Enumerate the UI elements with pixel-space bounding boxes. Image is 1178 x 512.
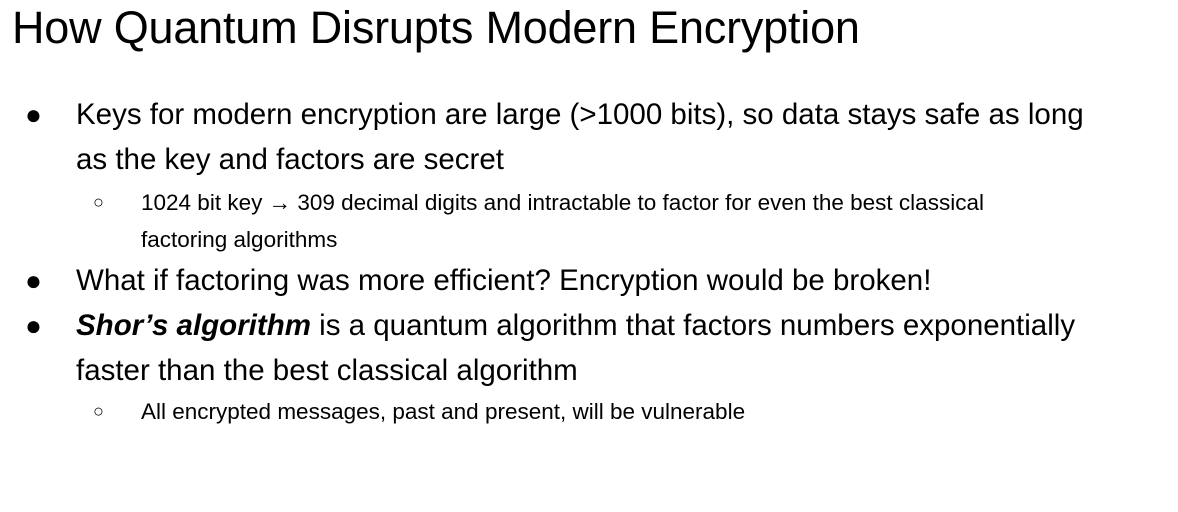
- bullet-dot-icon: ●: [25, 99, 42, 130]
- sub-bullet-item: ○ All encrypted messages, past and prese…: [0, 393, 1178, 430]
- bullet-text-line: faster than the best classical algorithm: [76, 354, 578, 387]
- bullet-text-line: Shor’s algorithm is a quantum algorithm …: [76, 303, 1178, 348]
- bullet-dot-icon: ●: [25, 310, 42, 341]
- slide-body: ● Keys for modern encryption are large (…: [0, 92, 1178, 430]
- sub-bullet-circle-icon: ○: [93, 401, 104, 421]
- emphasis-text: Shor’s algorithm: [76, 309, 311, 342]
- sub-bullet-text-line: factoring algorithms: [141, 227, 338, 252]
- bullet-dot-icon: ●: [25, 265, 42, 296]
- slide: How Quantum Disrupts Modern Encryption ●…: [0, 0, 1178, 512]
- slide-title: How Quantum Disrupts Modern Encryption: [12, 2, 860, 53]
- sub-bullet-text-line: All encrypted messages, past and present…: [141, 399, 746, 424]
- bullet-text-line: as the key and factors are secret: [76, 143, 504, 176]
- sub-bullet-item: ○ 1024 bit key → 309 decimal digits and …: [0, 184, 1178, 258]
- sub-bullet-text-line: 1024 bit key → 309 decimal digits and in…: [141, 190, 984, 215]
- bullet-text-line: Keys for modern encryption are large (>1…: [76, 98, 1084, 131]
- bullet-item: ● Shor’s algorithm is a quantum algorith…: [0, 303, 1178, 393]
- bullet-text-rest: is a quantum algorithm that factors numb…: [310, 309, 1076, 342]
- bullet-item: ● Keys for modern encryption are large (…: [0, 92, 1178, 182]
- bullet-item: ● What if factoring was more efficient? …: [0, 258, 1178, 303]
- sub-bullet-circle-icon: ○: [93, 192, 104, 212]
- bullet-text-line: What if factoring was more efficient? En…: [76, 264, 932, 297]
